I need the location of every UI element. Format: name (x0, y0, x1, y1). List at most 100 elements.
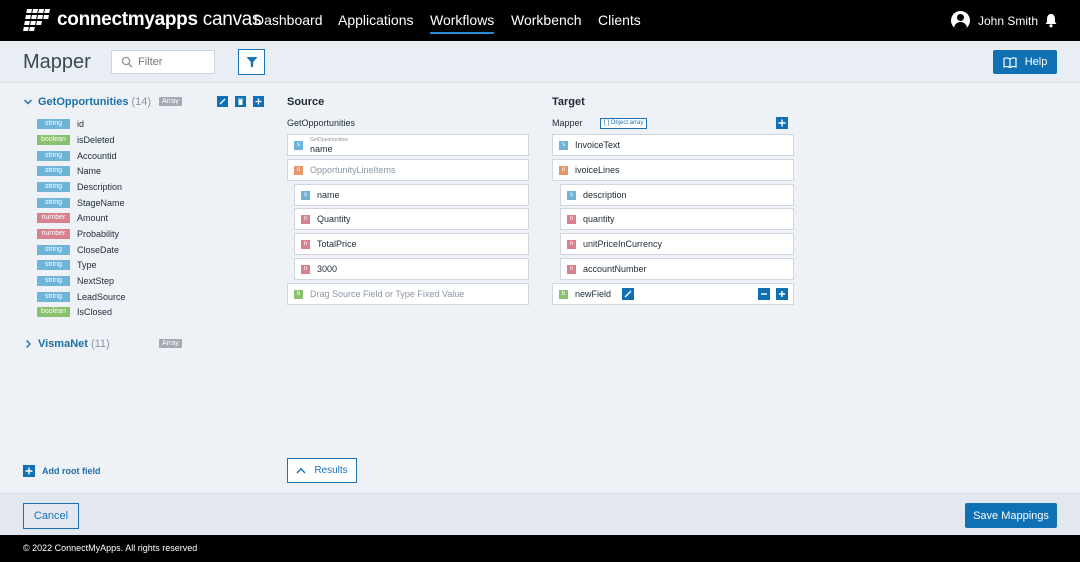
add-root-label: Add root field (42, 466, 101, 476)
delete-root-button[interactable] (235, 96, 246, 107)
source-field[interactable]: s name (294, 184, 529, 206)
type-letter: n (301, 215, 310, 224)
pencil-icon (624, 290, 632, 298)
filter-button[interactable] (238, 49, 265, 75)
target-field-name: description (583, 190, 627, 200)
tree-field[interactable]: string StageName (37, 196, 125, 209)
array-badge: Array (159, 339, 182, 348)
field-name: Name (77, 165, 102, 176)
source-field-name: Quantity (317, 214, 351, 224)
search-icon (121, 56, 133, 68)
type-tag: boolean (37, 306, 70, 317)
source-field[interactable]: n TotalPrice (294, 233, 529, 255)
source-field[interactable]: n Quantity (294, 208, 529, 230)
field-name: Description (77, 181, 123, 192)
type-tag: string (37, 197, 70, 208)
logo-text: connectmyapps canvas (57, 9, 262, 30)
nav-workflows[interactable]: Workflows (430, 12, 495, 34)
type-tag: string (37, 118, 70, 129)
plus-icon (778, 119, 786, 127)
field-name: Probability (77, 228, 120, 239)
type-tag: string (37, 259, 70, 270)
chevron-right-icon (26, 340, 31, 348)
filter-input[interactable] (138, 54, 212, 70)
plus-icon (255, 98, 262, 105)
tree-field[interactable]: string Accountid (37, 149, 117, 162)
type-letter: n (567, 215, 576, 224)
tree-field[interactable]: boolean isDeleted (37, 133, 115, 146)
tree-field[interactable]: string Type (37, 258, 97, 271)
tree-root-name: GetOpportunities (38, 96, 129, 108)
type-letter: b (559, 290, 568, 299)
source-field-name: OpportunityLineItems (310, 165, 396, 175)
bell-icon[interactable] (1044, 13, 1058, 28)
results-button[interactable]: Results (287, 458, 357, 483)
add-target-field-button[interactable] (776, 117, 788, 129)
minus-icon (761, 293, 767, 295)
tree-field[interactable]: number Amount (37, 211, 108, 224)
target-field[interactable]: n quantity (560, 208, 794, 230)
tree-root-vismanet[interactable]: VismaNet (11) (23, 338, 110, 350)
nav-dashboard[interactable]: Dashboard (254, 12, 323, 28)
save-mappings-button[interactable]: Save Mappings (965, 503, 1057, 528)
help-button[interactable]: Help (993, 50, 1057, 74)
target-field-new[interactable]: b newField (552, 283, 794, 305)
type-letter: n (567, 265, 576, 274)
source-field[interactable]: o OpportunityLineItems (287, 159, 529, 181)
type-letter: s (567, 191, 576, 200)
tree-root-count: (14) (131, 96, 152, 108)
filter-field[interactable] (111, 50, 215, 74)
type-letter: s (301, 191, 310, 200)
tree-field[interactable]: string CloseDate (37, 243, 119, 256)
tree-field[interactable]: string NextStep (37, 274, 114, 287)
page-title: Mapper (23, 51, 91, 73)
source-field[interactable]: n 3000 (294, 258, 529, 280)
source-field[interactable]: s GetOpportunities name (287, 134, 529, 156)
field-name: CloseDate (77, 244, 120, 255)
tree-root-count: (11) (90, 338, 110, 350)
tree-root-getopportunities[interactable]: GetOpportunities (14) (23, 96, 151, 108)
type-letter: s (559, 141, 568, 150)
add-field-button[interactable] (776, 288, 788, 300)
add-root-field-button[interactable]: Add root field (23, 465, 101, 477)
target-title: Target (552, 96, 585, 108)
edit-field-button[interactable] (622, 288, 634, 300)
field-name: Type (77, 259, 97, 270)
tree-field[interactable]: number Probability (37, 227, 119, 240)
type-tag: string (37, 275, 70, 286)
target-field-name: ivoiceLines (575, 165, 620, 175)
field-name: IsClosed (77, 306, 113, 317)
help-label: Help (1024, 56, 1048, 68)
tree-field[interactable]: string LeadSource (37, 290, 126, 303)
tree-field[interactable]: string Description (37, 180, 122, 193)
nav-workbench[interactable]: Workbench (511, 12, 582, 28)
target-field[interactable]: o ivoiceLines (552, 159, 794, 181)
tree-field[interactable]: boolean IsClosed (37, 305, 112, 318)
results-label: Results (314, 465, 348, 476)
add-child-button[interactable] (253, 96, 264, 107)
type-letter: n (301, 240, 310, 249)
target-field[interactable]: n unitPriceInCurrency (560, 233, 794, 255)
source-drop-zone[interactable]: b Drag Source Field or Type Fixed Value (287, 283, 529, 305)
page-footer: © 2022 ConnectMyApps. All rights reserve… (0, 535, 1080, 562)
type-letter: s (294, 141, 303, 150)
cancel-button[interactable]: Cancel (23, 503, 79, 529)
edit-root-button[interactable] (217, 96, 228, 107)
target-field[interactable]: s InvoiceText (552, 134, 794, 156)
field-name: id (77, 118, 85, 129)
remove-field-button[interactable] (758, 288, 770, 300)
type-tag: string (37, 165, 70, 176)
target-field[interactable]: n accountNumber (560, 258, 794, 280)
app-logo[interactable]: connectmyapps canvas (23, 9, 261, 31)
user-menu[interactable]: John Smith (951, 11, 1038, 30)
type-tag: string (37, 244, 70, 255)
chevron-up-icon (296, 467, 306, 474)
target-field[interactable]: s description (560, 184, 794, 206)
source-title: Source (287, 96, 325, 108)
tree-field[interactable]: string id (37, 117, 84, 130)
type-letter: o (294, 166, 303, 175)
nav-applications[interactable]: Applications (338, 12, 414, 28)
tree-field[interactable]: string Name (37, 164, 101, 177)
nav-clients[interactable]: Clients (598, 12, 641, 28)
type-letter: o (559, 166, 568, 175)
